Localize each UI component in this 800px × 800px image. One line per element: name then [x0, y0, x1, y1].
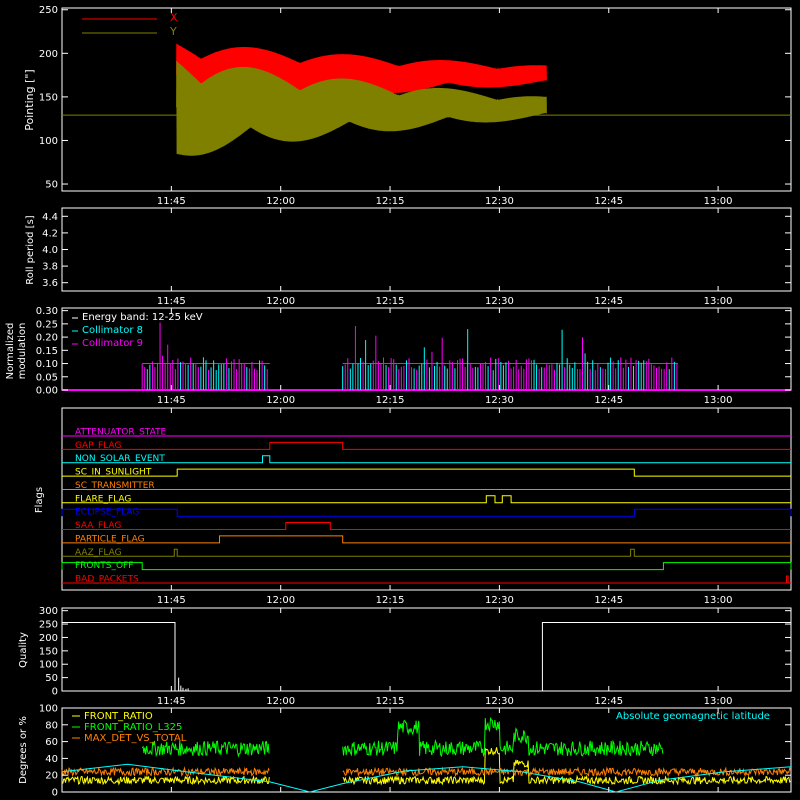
y-tick-label: 300 — [39, 606, 58, 617]
time-tick-label: 13:00 — [704, 196, 733, 207]
flag-label-eclipse-flag: ECLIPSE_FLAG — [75, 508, 139, 518]
time-tick-label: 12:00 — [266, 595, 295, 606]
y-tick-label: 200 — [39, 633, 58, 644]
y-tick-label: 0.05 — [36, 372, 58, 383]
y-tick-label: 150 — [39, 646, 58, 657]
y-tick-label: 4.0 — [42, 245, 58, 256]
y-tick-label: 100 — [39, 136, 58, 147]
y-tick-label: 40 — [45, 754, 58, 765]
time-tick-label: 13:00 — [704, 696, 733, 707]
time-tick-label: 11:45 — [157, 196, 186, 207]
time-tick-label: 12:30 — [485, 395, 514, 406]
time-tick-label: 12:30 — [485, 196, 514, 207]
y-tick-label: 0.25 — [36, 319, 58, 330]
flag-label-gap-flag: GAP_FLAG — [75, 441, 121, 451]
flags-ylabel: Flags — [34, 487, 45, 513]
y-tick-label: 0 — [52, 687, 58, 698]
time-tick-label: 13:00 — [704, 296, 733, 307]
time-tick-label: 12:15 — [376, 196, 405, 207]
y-tick-label: 50 — [45, 180, 58, 191]
time-tick-label: 11:45 — [157, 395, 186, 406]
time-tick-label: 12:00 — [266, 296, 295, 307]
y-tick-label: 0 — [52, 788, 58, 799]
flag-label-non-solar-event: NON_SOLAR_EVENT — [75, 454, 165, 464]
time-tick-label: 12:30 — [485, 595, 514, 606]
geo-legend-front-ratio: FRONT_RATIO — [84, 711, 153, 722]
modulation-ylabel-line1: Normalized — [5, 323, 16, 380]
time-tick-label: 12:30 — [485, 296, 514, 307]
y-tick-label: 20 — [45, 771, 58, 782]
flag-label-bad-packets: BAD_PACKETS — [75, 575, 139, 585]
flag-label-fronts-off: FRONTS_OFF — [75, 561, 133, 571]
time-tick-label: 12:15 — [376, 595, 405, 606]
y-tick-label: 250 — [39, 5, 58, 16]
flag-label-sc-in-sunlight: SC_IN_SUNLIGHT — [75, 468, 152, 478]
chart-canvas: Pointing ["] X Y Roll period [s] Normali… — [0, 0, 800, 800]
time-tick-label: 12:00 — [266, 696, 295, 707]
modulation-legend-collimator-8: Collimator 8 — [82, 325, 143, 336]
y-tick-label: 100 — [39, 660, 58, 671]
y-tick-label: 0.30 — [36, 306, 58, 317]
geomagnetic-ylabel: Degrees or % — [18, 716, 29, 784]
time-tick-label: 12:15 — [376, 296, 405, 307]
y-tick-label: 3.6 — [42, 278, 58, 289]
y-tick-label: 80 — [45, 720, 58, 731]
y-tick-label: 100 — [39, 704, 58, 715]
y-tick-label: 0.15 — [36, 346, 58, 357]
flag-label-sc-transmitter: SC_TRANSMITTER — [75, 481, 155, 491]
time-tick-label: 12:45 — [594, 196, 623, 207]
y-tick-label: 0.10 — [36, 359, 58, 370]
pointing-ylabel: Pointing ["] — [23, 69, 36, 130]
time-tick-label: 12:45 — [594, 696, 623, 707]
time-tick-label: 11:45 — [157, 595, 186, 606]
geo-annotation: Absolute geomagnetic latitude — [616, 711, 770, 722]
flag-label-flare-flag: FLARE_FLAG — [75, 494, 131, 504]
flag-label-particle-flag: PARTICLE_FLAG — [75, 534, 145, 544]
quality-ylabel: Quality — [18, 632, 29, 668]
modulation-legend-title: Energy band: 12-25 keV — [82, 312, 203, 323]
modulation-legend-collimator-9: Collimator 9 — [82, 338, 143, 349]
y-tick-label: 3.8 — [42, 262, 58, 273]
time-tick-label: 12:45 — [594, 296, 623, 307]
y-tick-label: 50 — [45, 673, 58, 684]
y-tick-label: 4.4 — [42, 212, 58, 223]
y-tick-label: 0.20 — [36, 333, 58, 344]
time-tick-label: 13:00 — [704, 595, 733, 606]
time-tick-label: 12:00 — [266, 395, 295, 406]
y-tick-label: 4.2 — [42, 228, 58, 239]
time-tick-label: 12:45 — [594, 595, 623, 606]
time-tick-label: 12:15 — [376, 395, 405, 406]
flag-label-saa-flag: SAA_FLAG — [75, 521, 121, 531]
geo-legend-max-det: MAX_DET_VS_TOTAL — [84, 733, 187, 744]
geo-legend-front-ratio-l325: FRONT_RATIO_L325 — [84, 722, 182, 733]
roll-ylabel: Roll period [s] — [25, 215, 36, 284]
y-tick-label: 200 — [39, 49, 58, 60]
time-tick-label: 12:30 — [485, 696, 514, 707]
y-tick-label: 250 — [39, 620, 58, 631]
time-tick-label: 12:00 — [266, 196, 295, 207]
flag-label-aaz-flag: AAZ_FLAG — [75, 548, 122, 558]
y-tick-label: 150 — [39, 92, 58, 103]
time-tick-label: 11:45 — [157, 696, 186, 707]
time-tick-label: 12:15 — [376, 696, 405, 707]
modulation-ylabel-line2: modulation — [17, 323, 28, 380]
y-tick-label: 60 — [45, 737, 58, 748]
legend-label-y: Y — [169, 25, 177, 38]
time-tick-label: 12:45 — [594, 395, 623, 406]
flag-label-attenuator-state: ATTENUATOR_STATE — [75, 428, 167, 438]
y-tick-label: 0.00 — [36, 386, 58, 397]
time-tick-label: 13:00 — [704, 395, 733, 406]
time-tick-label: 11:45 — [157, 296, 186, 307]
